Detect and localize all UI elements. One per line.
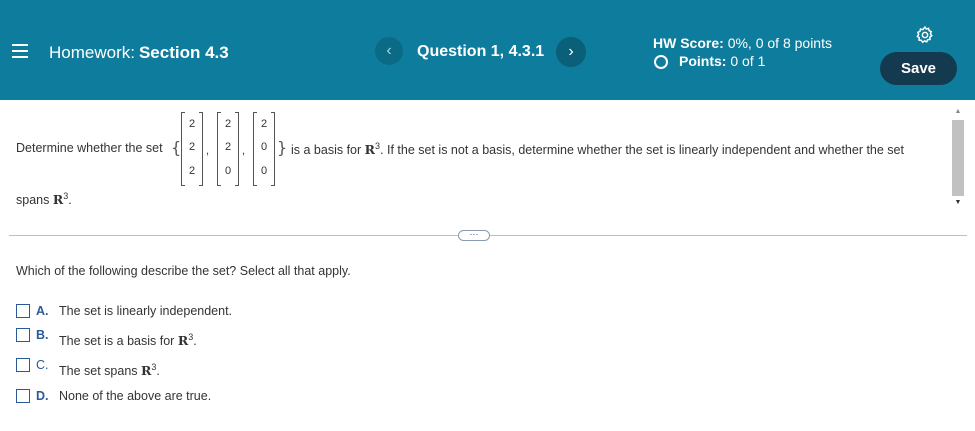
prompt-end: . If the set is not a basis, determine w…: [380, 143, 904, 158]
choice-b-checkbox[interactable]: [16, 328, 30, 342]
question-prompt-rest: is a basis for R3. If the set is not a b…: [291, 141, 904, 157]
vector-3: 2 0 0: [253, 112, 275, 186]
r-symbol: R: [141, 363, 152, 379]
question-prompt-start: Determine whether the set: [16, 141, 163, 155]
homework-prefix: Homework:: [49, 43, 135, 62]
choice-c-checkbox[interactable]: [16, 358, 30, 372]
r-symbol: R: [364, 142, 376, 158]
vector-cell: 0: [260, 141, 268, 153]
choice-a-checkbox[interactable]: [16, 304, 30, 318]
vector-cell: 2: [188, 118, 196, 130]
homework-title: Homework: Section 4.3: [49, 43, 229, 63]
vector-cell: 2: [260, 118, 268, 130]
choice-c-text: The set spans R3.: [59, 362, 160, 379]
header-bar: Homework: Section 4.3 ‹ Question 1, 4.3.1…: [0, 0, 975, 100]
vector-1: 2 2 2: [181, 112, 203, 186]
previous-question-button[interactable]: ‹: [375, 37, 403, 65]
prompt-mid: is a basis for: [291, 143, 362, 158]
question-prompt-line2: spans R3.: [16, 191, 72, 208]
choice-a-letter: A.: [36, 304, 49, 318]
hw-score: HW Score: 0%, 0 of 8 points: [653, 35, 832, 51]
choice-d-checkbox[interactable]: [16, 389, 30, 403]
set-brace-left: {: [171, 138, 182, 157]
points: Points: 0 of 1: [679, 53, 765, 69]
set-brace-right: }: [277, 138, 288, 157]
homework-section: Section 4.3: [138, 43, 229, 62]
vector-cell: 2: [188, 165, 196, 177]
prompt-line2: spans: [16, 193, 50, 208]
choice-b-label: The set is a basis for: [59, 334, 175, 349]
menu-icon[interactable]: [12, 44, 28, 58]
choice-c-label: The set spans: [59, 364, 138, 379]
vector-cell: 2: [188, 141, 196, 153]
scroll-up-arrow-icon[interactable]: ▲: [952, 108, 964, 118]
next-question-button[interactable]: ›: [556, 37, 586, 67]
vector-cell: 0: [224, 165, 232, 177]
vector-cell: 2: [224, 118, 232, 130]
r-exponent: 3: [63, 191, 69, 201]
choice-d-text: None of the above are true.: [59, 389, 212, 403]
question-label: Question 1, 4.3.1: [417, 43, 545, 60]
vector-2: 2 2 0: [217, 112, 239, 186]
answer-instruction: Which of the following describe the set?…: [16, 264, 351, 278]
save-button[interactable]: Save: [880, 52, 957, 85]
choice-d-letter: D.: [36, 389, 49, 403]
choice-a-text: The set is linearly independent.: [59, 304, 233, 318]
scrollbar-thumb[interactable]: [952, 120, 964, 196]
points-label: Points:: [679, 53, 727, 69]
r-exponent: 3: [151, 362, 157, 372]
points-status-icon: [654, 55, 668, 69]
choice-b-text: The set is a basis for R3.: [59, 332, 197, 349]
expand-button[interactable]: ⋯: [458, 230, 490, 241]
vector-cell: 0: [260, 165, 268, 177]
r-symbol: R: [177, 333, 189, 349]
hw-score-label: HW Score:: [653, 35, 724, 51]
choice-c-letter: C.: [36, 358, 49, 372]
points-value: 0 of 1: [730, 53, 766, 69]
r-symbol: R: [52, 192, 64, 208]
gear-icon[interactable]: [915, 25, 935, 45]
hw-score-value: 0%, 0 of 8 points: [727, 35, 832, 51]
vector-cell: 2: [224, 141, 232, 153]
scroll-down-arrow-icon[interactable]: ▼: [952, 199, 964, 209]
r-exponent: 3: [188, 332, 194, 342]
choice-b-letter: B.: [36, 328, 49, 342]
